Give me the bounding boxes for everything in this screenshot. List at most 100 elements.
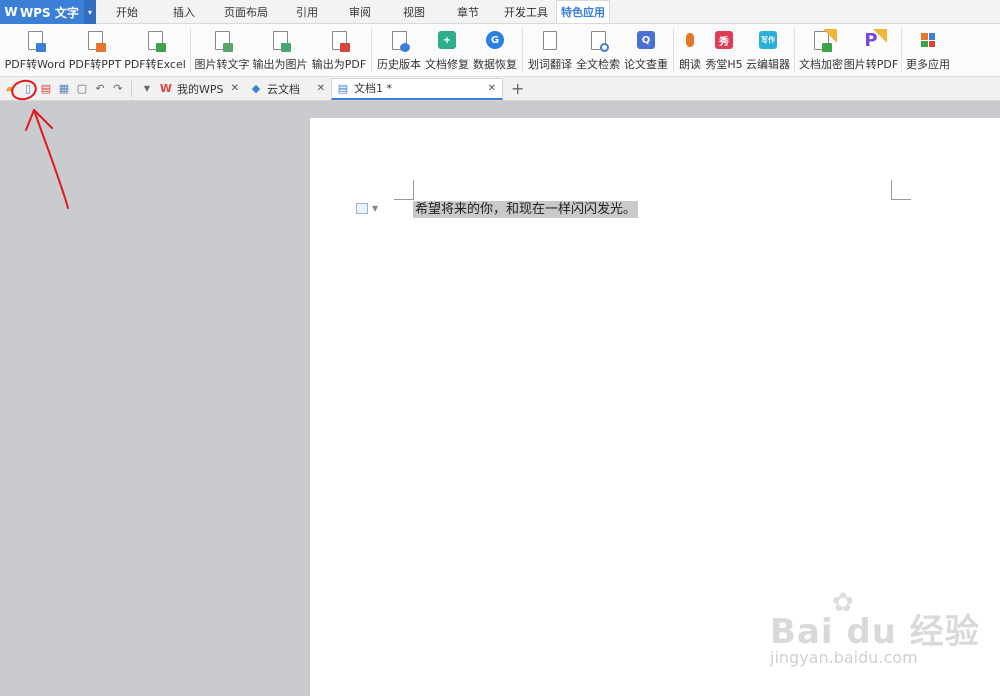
data-recover-button[interactable]: G 数据恢复 — [471, 24, 519, 76]
pdf-to-word-label: PDF转Word — [4, 58, 66, 71]
ribbon-divider — [901, 28, 902, 72]
microphone-icon — [686, 33, 694, 47]
fulltext-search-button[interactable]: 全文检索 — [574, 24, 622, 76]
margin-corner-marker — [394, 180, 414, 200]
print-preview-icon[interactable]: ▢ — [74, 81, 90, 97]
new-tab-icon[interactable]: + — [511, 79, 524, 98]
chevron-down-icon[interactable]: ▾ — [84, 0, 96, 24]
undo-icon[interactable]: ↶ — [92, 81, 108, 97]
vip-corner-icon — [873, 29, 887, 43]
menu-developer[interactable]: 开发工具 — [496, 0, 556, 23]
close-icon[interactable]: ✕ — [317, 83, 325, 94]
doc-repair-icon: + — [438, 31, 456, 49]
menu-review[interactable]: 审阅 — [332, 0, 388, 23]
pdf-to-word-button[interactable]: PDF转Word — [3, 24, 67, 76]
ribbon: PDF转Word PDF转PPT PDF转Excel 图片转文字 输出为图片 输… — [0, 24, 1000, 77]
pdf-to-ppt-label: PDF转PPT — [68, 58, 122, 71]
menu-page-layout[interactable]: 页面布局 — [210, 0, 282, 23]
ribbon-divider — [794, 28, 795, 72]
image-to-text-icon — [214, 30, 233, 52]
menu-special-apps[interactable]: 特色应用 — [556, 0, 610, 23]
history-icon — [391, 30, 410, 52]
menu-references[interactable]: 引用 — [282, 0, 332, 23]
tab-my-wps-label: 我的WPS — [177, 82, 224, 96]
document-workspace: ▼ 希望将来的你，和现在一样闪闪发光。 — [0, 101, 1000, 696]
menu-home[interactable]: 开始 — [96, 0, 158, 23]
export-image-button[interactable]: 输出为图片 — [250, 24, 310, 76]
pdf-to-ppt-icon — [87, 30, 106, 52]
tab-cloud-docs-label: 云文档 — [267, 82, 300, 96]
image-to-text-label: 图片转文字 — [194, 58, 250, 71]
menu-chapter[interactable]: 章节 — [440, 0, 496, 23]
pdf-to-excel-button[interactable]: PDF转Excel — [123, 24, 187, 76]
cloud-editor-label: 云编辑器 — [746, 58, 790, 71]
ribbon-divider — [371, 28, 372, 72]
app-menu-button[interactable]: W WPS 文字 ▾ — [0, 0, 96, 24]
tab-cloud-docs[interactable]: ◆ 云文档 ✕ — [245, 78, 331, 100]
translate-button[interactable]: 划词翻译 — [526, 24, 574, 76]
doc-repair-label: 文档修复 — [425, 58, 469, 71]
quick-access-bar: ▰ ▯ ▤ ▦ ▢ ↶ ↷ ▼ W 我的WPS ✕ ◆ 云文档 ✕ ▤ 文档1 … — [0, 77, 1000, 101]
fulltext-search-label: 全文检索 — [576, 58, 620, 71]
xiutang-h5-button[interactable]: 秀 秀堂H5 — [703, 24, 745, 76]
export-image-icon — [272, 30, 291, 52]
history-button[interactable]: 历史版本 — [375, 24, 423, 76]
export-pdf-quick-icon[interactable]: ▤ — [38, 81, 54, 97]
pdf-to-excel-icon — [147, 30, 166, 52]
cloud-editor-button[interactable]: 写作 云编辑器 — [745, 24, 791, 76]
more-apps-label: 更多应用 — [906, 58, 950, 71]
ribbon-divider — [673, 28, 674, 72]
menu-bar: W WPS 文字 ▾ 开始 插入 页面布局 引用 审阅 视图 章节 开发工具 特… — [0, 0, 1000, 24]
menu-tabs: 开始 插入 页面布局 引用 审阅 视图 章节 开发工具 特色应用 — [96, 0, 610, 23]
read-aloud-label: 朗读 — [679, 58, 701, 71]
read-aloud-button[interactable]: 朗读 — [677, 24, 703, 76]
tab-document-1[interactable]: ▤ 文档1 * ✕ — [331, 77, 503, 100]
margin-corner-marker — [891, 180, 911, 200]
print-icon[interactable]: ▦ — [56, 81, 72, 97]
doc-repair-button[interactable]: + 文档修复 — [423, 24, 471, 76]
cloud-icon: ◆ — [251, 82, 261, 95]
document-icon: ▤ — [337, 81, 349, 95]
data-recover-label: 数据恢复 — [473, 58, 517, 71]
wps-logo-icon: W — [4, 5, 18, 19]
tab-my-wps[interactable]: W 我的WPS ✕ — [155, 78, 245, 100]
selected-paragraph-text[interactable]: 希望将来的你，和现在一样闪闪发光。 — [413, 201, 639, 218]
open-folder-icon[interactable]: ▰ — [2, 81, 18, 97]
paper-check-label: 论文查重 — [624, 58, 668, 71]
save-icon[interactable]: ▯ — [20, 81, 36, 97]
export-pdf-label: 输出为PDF — [311, 58, 367, 71]
close-icon[interactable]: ✕ — [488, 83, 496, 94]
paper-check-icon: Q — [637, 31, 655, 49]
more-apps-button[interactable]: 更多应用 — [905, 24, 951, 76]
tab-document-1-label: 文档1 * — [354, 82, 392, 95]
search-icon — [590, 30, 609, 52]
image-to-pdf-button[interactable]: P 图片转PDF — [844, 24, 898, 76]
history-label: 历史版本 — [377, 58, 421, 71]
pdf-to-excel-label: PDF转Excel — [124, 58, 186, 71]
xiutang-icon: 秀 — [715, 31, 733, 49]
app-title: WPS 文字 — [20, 5, 79, 20]
export-pdf-button[interactable]: 输出为PDF — [310, 24, 368, 76]
doc-encrypt-button[interactable]: 文档加密 — [798, 24, 844, 76]
data-recover-icon: G — [486, 31, 504, 49]
redo-icon[interactable]: ↷ — [110, 81, 126, 97]
pdf-to-word-icon — [27, 30, 46, 52]
apps-grid-icon — [921, 33, 935, 47]
paragraph-layout-icon[interactable] — [356, 203, 368, 214]
translate-label: 划词翻译 — [528, 58, 572, 71]
paper-check-button[interactable]: Q 论文查重 — [622, 24, 670, 76]
export-pdf-icon — [331, 30, 350, 52]
export-image-label: 输出为图片 — [252, 58, 308, 71]
customize-dropdown-icon[interactable]: ▼ — [139, 81, 155, 97]
image-to-pdf-label: 图片转PDF — [843, 58, 899, 71]
menu-insert[interactable]: 插入 — [158, 0, 210, 23]
chevron-down-icon[interactable]: ▼ — [372, 204, 378, 213]
document-page[interactable]: ▼ 希望将来的你，和现在一样闪闪发光。 — [310, 118, 1000, 696]
cloud-editor-icon: 写作 — [759, 31, 777, 49]
image-to-text-button[interactable]: 图片转文字 — [194, 24, 250, 76]
close-icon[interactable]: ✕ — [231, 83, 239, 94]
ribbon-divider — [522, 28, 523, 72]
vip-corner-icon — [823, 29, 837, 43]
menu-view[interactable]: 视图 — [388, 0, 440, 23]
pdf-to-ppt-button[interactable]: PDF转PPT — [67, 24, 123, 76]
